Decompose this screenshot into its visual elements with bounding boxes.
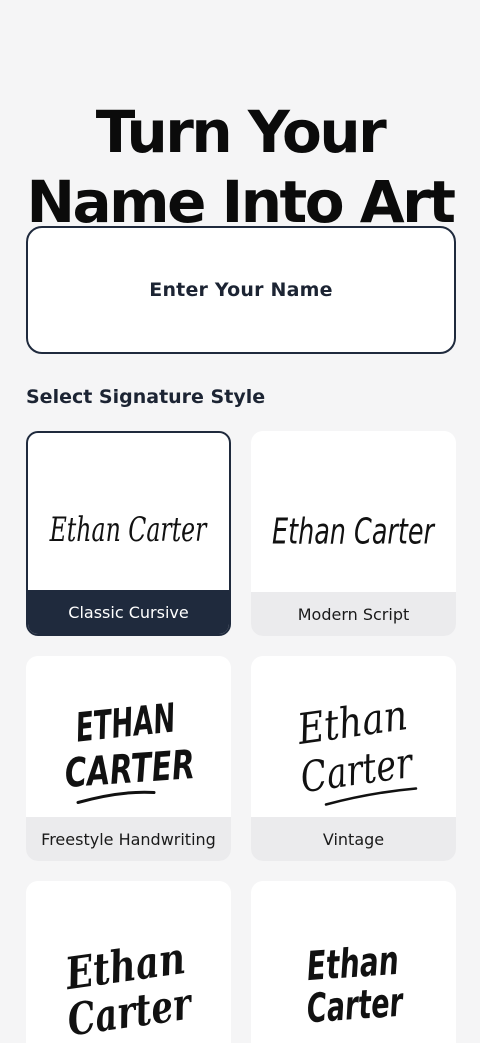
title-line-1: Turn Your xyxy=(95,97,387,166)
signature-preview: ETHAN CARTER xyxy=(26,656,231,817)
signature-preview: Ethan Carter xyxy=(251,881,456,1043)
signature-last-name: CARTER xyxy=(63,742,196,797)
name-input-placeholder: Enter Your Name xyxy=(149,279,333,301)
signature-last-name: Carter xyxy=(305,980,405,1033)
name-input[interactable]: Enter Your Name xyxy=(26,226,456,354)
style-card-vintage[interactable]: Ethan Carter Vintage xyxy=(251,656,456,861)
signature-text: Ethan Carter xyxy=(49,510,208,549)
style-card-6[interactable]: Ethan Carter xyxy=(251,881,456,1043)
style-label: Freestyle Handwriting xyxy=(26,817,231,861)
signature-preview: Ethan Carter xyxy=(251,656,456,817)
style-card-modern-script[interactable]: Ethan Carter Modern Script xyxy=(251,431,456,636)
section-label-signature-style: Select Signature Style xyxy=(26,386,266,408)
signature-preview: Ethan Carter xyxy=(28,433,229,590)
style-card-freestyle-handwriting[interactable]: ETHAN CARTER Freestyle Handwriting xyxy=(26,656,231,861)
signature-first-name: ETHAN xyxy=(74,695,178,751)
signature-preview: Ethan Carter xyxy=(26,881,231,1043)
style-label: Vintage xyxy=(251,817,456,861)
style-card-5[interactable]: Ethan Carter xyxy=(26,881,231,1043)
style-label: Modern Script xyxy=(251,592,456,636)
signature-preview: Ethan Carter xyxy=(251,431,456,592)
style-card-classic-cursive[interactable]: Ethan Carter Classic Cursive xyxy=(26,431,231,636)
signature-text: Ethan Carter xyxy=(272,512,436,553)
page-title: Turn Your Name Into Art xyxy=(0,97,480,237)
style-label: Classic Cursive xyxy=(28,590,229,634)
